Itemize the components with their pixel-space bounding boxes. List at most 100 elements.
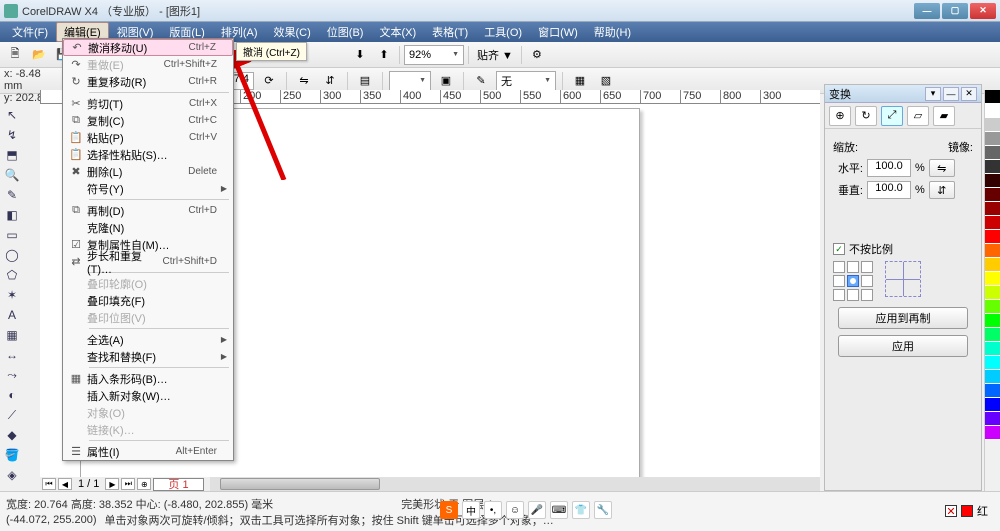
color-swatch[interactable]: [985, 314, 1000, 328]
color-swatch[interactable]: [985, 384, 1000, 398]
menu-0[interactable]: 文件(F): [4, 22, 56, 42]
color-swatch[interactable]: [985, 328, 1000, 342]
text-tool-icon[interactable]: A: [2, 306, 22, 324]
menu-item[interactable]: ⧉复制(C)Ctrl+C: [63, 112, 233, 129]
ime-voice-icon[interactable]: 🎤: [528, 501, 546, 519]
zoom-select[interactable]: 92%: [404, 45, 464, 65]
maximize-button[interactable]: ▢: [942, 3, 968, 19]
menu-item[interactable]: ↻重复移动(R)Ctrl+R: [63, 73, 233, 90]
ime-lang-icon[interactable]: 中: [462, 501, 480, 519]
color-swatch[interactable]: [985, 426, 1000, 440]
menu-item[interactable]: 查找和替换(F)▶: [63, 348, 233, 365]
size-tab-icon[interactable]: ▱: [907, 106, 929, 126]
last-page-button[interactable]: ⏭: [121, 478, 135, 490]
color-swatch[interactable]: [985, 258, 1000, 272]
color-swatch[interactable]: [985, 160, 1000, 174]
fill-tool-icon[interactable]: 🪣: [2, 446, 22, 464]
mirror-v-icon[interactable]: ⇵: [319, 70, 341, 92]
position-tab-icon[interactable]: ⊕: [829, 106, 851, 126]
import-icon[interactable]: ⬇: [349, 44, 371, 66]
menu-item[interactable]: ↶撤消移动(U)Ctrl+Z: [63, 39, 233, 56]
next-page-button[interactable]: ▶: [105, 478, 119, 490]
menu-item[interactable]: 插入新对象(W)…: [63, 387, 233, 404]
color-swatch[interactable]: [985, 90, 1000, 104]
menu-item[interactable]: ✖删除(L)Delete: [63, 163, 233, 180]
menu-6[interactable]: 位图(B): [319, 22, 372, 42]
menu-item[interactable]: 叠印填充(F): [63, 292, 233, 309]
color-swatch[interactable]: [985, 230, 1000, 244]
color-swatch[interactable]: [985, 118, 1000, 132]
menu-8[interactable]: 表格(T): [424, 22, 476, 42]
color-swatch[interactable]: [985, 188, 1000, 202]
fill-select[interactable]: [389, 71, 431, 91]
menu-item[interactable]: 📋选择性粘贴(S)…: [63, 146, 233, 163]
mirror-h-icon[interactable]: ⇋: [293, 70, 315, 92]
menu-10[interactable]: 窗口(W): [530, 22, 586, 42]
smart-fill-icon[interactable]: ◧: [2, 206, 22, 224]
basic-shapes-icon[interactable]: ✶: [2, 286, 22, 304]
crop-tool-icon[interactable]: ⬒: [2, 146, 22, 164]
skew-tab-icon[interactable]: ▰: [933, 106, 955, 126]
prev-page-button[interactable]: ◀: [58, 478, 72, 490]
close-button[interactable]: ✕: [970, 3, 996, 19]
menu-item[interactable]: 符号(Y)▶: [63, 180, 233, 197]
color-swatch[interactable]: [985, 202, 1000, 216]
color-swatch[interactable]: [985, 398, 1000, 412]
menu-item[interactable]: 克隆(N): [63, 219, 233, 236]
rectangle-tool-icon[interactable]: ▭: [2, 226, 22, 244]
anchor-grid[interactable]: [833, 261, 873, 301]
freehand-tool-icon[interactable]: ✎: [2, 186, 22, 204]
to-front-icon[interactable]: ▣: [435, 70, 457, 92]
minimize-button[interactable]: —: [914, 3, 940, 19]
effects-tool-icon[interactable]: ◐: [2, 386, 22, 404]
outline-icon[interactable]: ✎: [470, 70, 492, 92]
ellipse-tool-icon[interactable]: ◯: [2, 246, 22, 264]
rotate-tab-icon[interactable]: ↻: [855, 106, 877, 126]
convert-icon[interactable]: ▧: [595, 70, 617, 92]
horizontal-input[interactable]: 100.0: [867, 159, 911, 177]
polygon-tool-icon[interactable]: ⬠: [2, 266, 22, 284]
menu-item[interactable]: ✂剪切(T)Ctrl+X: [63, 95, 233, 112]
ime-punct-icon[interactable]: •,: [484, 501, 502, 519]
docker-min-button[interactable]: —: [943, 87, 959, 101]
outline-color-icon[interactable]: [961, 505, 973, 517]
menu-item[interactable]: 📋粘贴(P)Ctrl+V: [63, 129, 233, 146]
color-swatch[interactable]: [985, 356, 1000, 370]
scale-tab-icon[interactable]: ⤢: [881, 106, 903, 126]
docker-menu-button[interactable]: ▾: [925, 87, 941, 101]
color-swatch[interactable]: [985, 370, 1000, 384]
new-icon[interactable]: 🗎: [4, 44, 26, 66]
color-swatch[interactable]: [985, 342, 1000, 356]
menu-item[interactable]: ⇄步长和重复(T)…Ctrl+Shift+D: [63, 253, 233, 270]
spinner-icon[interactable]: ⟳: [258, 70, 280, 92]
outline-select[interactable]: 无: [496, 71, 556, 91]
color-swatch[interactable]: [985, 412, 1000, 426]
zoom-tool-icon[interactable]: 🔍: [2, 166, 22, 184]
ime-skin-icon[interactable]: 👕: [572, 501, 590, 519]
export-icon[interactable]: ⬆: [373, 44, 395, 66]
color-swatch[interactable]: [985, 174, 1000, 188]
ime-logo-icon[interactable]: S: [440, 501, 458, 519]
ime-tool-icon[interactable]: 🔧: [594, 501, 612, 519]
menu-9[interactable]: 工具(O): [476, 22, 530, 42]
dimension-tool-icon[interactable]: ↔: [2, 346, 22, 364]
menu-item[interactable]: ⧉再制(D)Ctrl+D: [63, 202, 233, 219]
interactive-fill-icon[interactable]: ◈: [2, 466, 22, 484]
color-swatch[interactable]: [985, 104, 1000, 118]
pick-tool-icon[interactable]: ↖: [2, 106, 22, 124]
first-page-button[interactable]: ⏮: [42, 478, 56, 490]
color-swatch[interactable]: [985, 146, 1000, 160]
snap-dropdown[interactable]: 贴齐 ▼: [473, 47, 517, 63]
align-icon[interactable]: ▤: [354, 70, 376, 92]
proportional-checkbox[interactable]: ✓ 不按比例: [833, 241, 973, 257]
menu-11[interactable]: 帮助(H): [586, 22, 639, 42]
vertical-input[interactable]: 100.0: [867, 181, 911, 199]
menu-7[interactable]: 文本(X): [371, 22, 424, 42]
horizontal-scrollbar[interactable]: [210, 477, 820, 491]
color-swatch[interactable]: [985, 132, 1000, 146]
table-tool-icon[interactable]: ▦: [2, 326, 22, 344]
docker-close-button[interactable]: ✕: [961, 87, 977, 101]
color-swatch[interactable]: [985, 272, 1000, 286]
shape-tool-icon[interactable]: ↯: [2, 126, 22, 144]
menu-item[interactable]: 全选(A)▶: [63, 331, 233, 348]
